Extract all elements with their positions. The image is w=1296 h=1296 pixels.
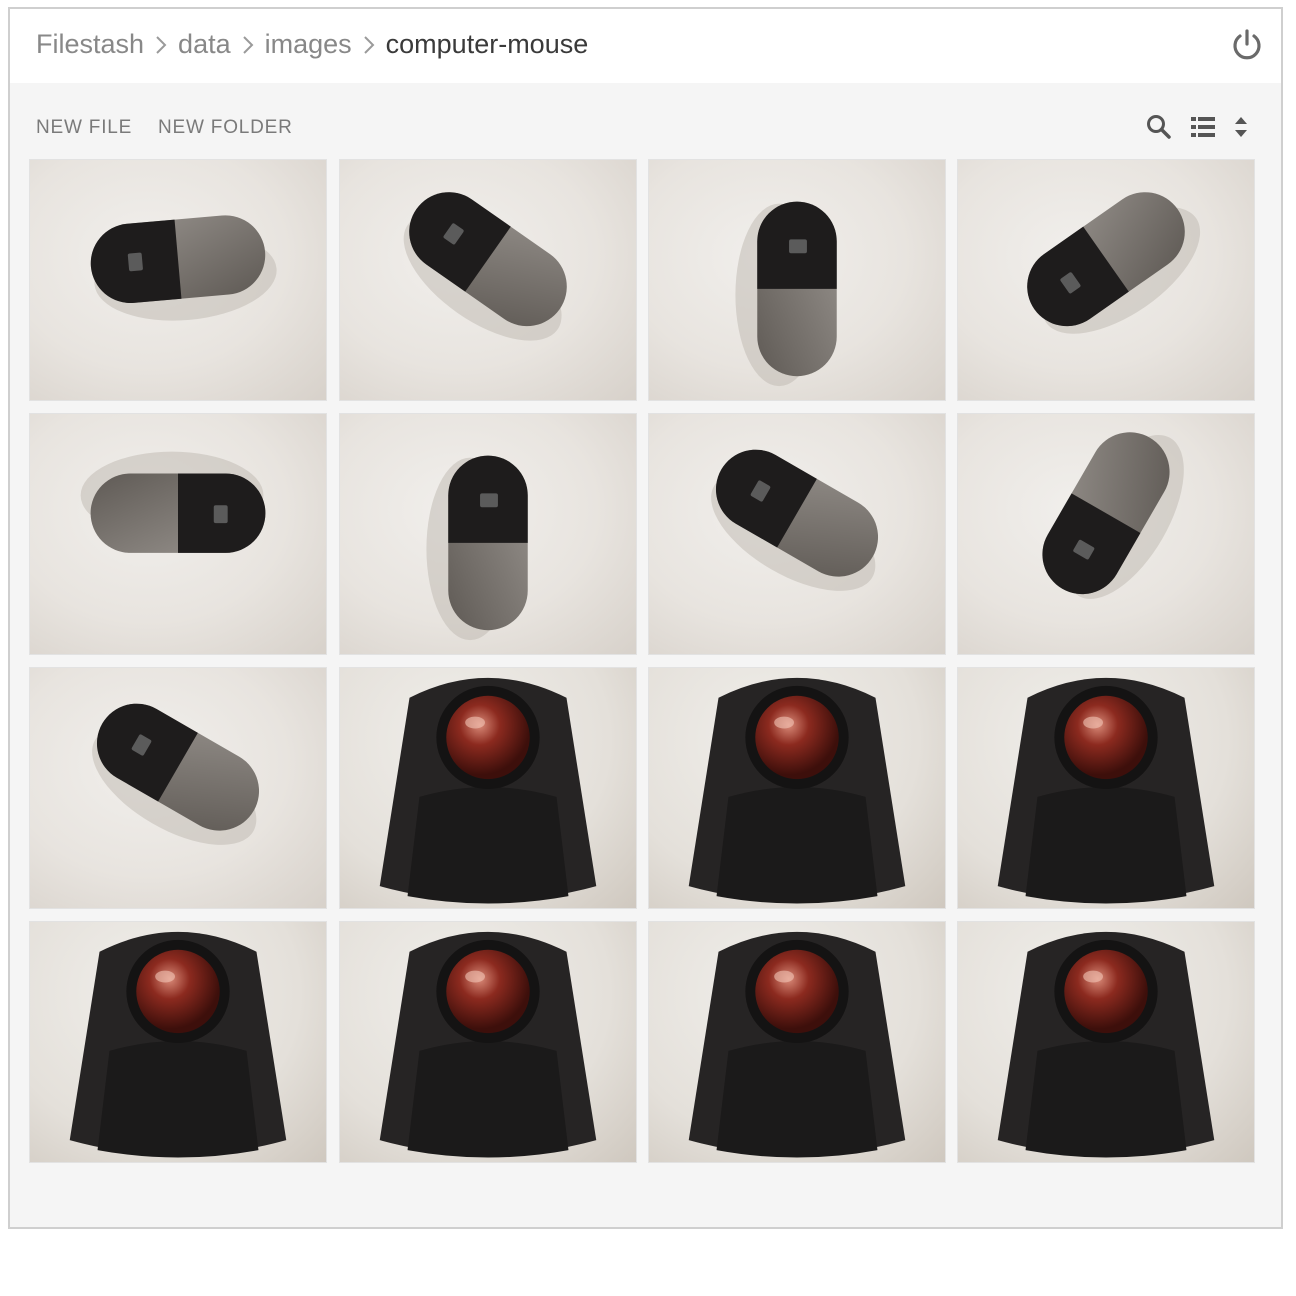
thumbnail-image xyxy=(997,931,1215,1158)
file-browser-window: Filestash data images computer-mouse NEW… xyxy=(8,7,1283,1229)
new-folder-button[interactable]: NEW FOLDER xyxy=(158,117,293,139)
chevron-right-icon xyxy=(156,35,167,54)
thumbnail-9[interactable] xyxy=(29,667,327,909)
thumbnail-image xyxy=(69,931,287,1158)
thumbnail-10[interactable] xyxy=(339,667,637,909)
thumbnail-7[interactable] xyxy=(648,413,946,655)
thumbnail-image xyxy=(688,931,906,1158)
thumbnail-image xyxy=(1042,432,1184,599)
sort-icon[interactable] xyxy=(1227,113,1255,141)
thumbnail-image xyxy=(90,215,277,321)
thumbnail-11[interactable] xyxy=(648,667,946,909)
thumbnail-16[interactable] xyxy=(957,921,1255,1163)
thumbnail-image xyxy=(92,703,260,845)
thumbnail-3[interactable] xyxy=(648,159,946,401)
thumbnail-1[interactable] xyxy=(29,159,327,401)
thumbnail-4[interactable] xyxy=(957,159,1255,401)
thumbnail-5[interactable] xyxy=(29,413,327,655)
power-icon[interactable] xyxy=(1229,27,1265,63)
thumbnail-image xyxy=(735,201,837,387)
thumbnail-2[interactable] xyxy=(339,159,637,401)
thumbnail-6[interactable] xyxy=(339,413,637,655)
breadcrumb-item-current: computer-mouse xyxy=(385,29,589,59)
new-file-button[interactable]: NEW FILE xyxy=(36,117,132,139)
list-view-icon[interactable] xyxy=(1189,113,1217,141)
thumbnail-8[interactable] xyxy=(957,413,1255,655)
thumbnail-image xyxy=(379,677,597,904)
thumbnail-14[interactable] xyxy=(339,921,637,1163)
breadcrumb-item-root[interactable]: Filestash xyxy=(36,29,144,60)
thumbnail-image xyxy=(997,677,1215,904)
thumbnail-15[interactable] xyxy=(648,921,946,1163)
toolbar: NEW FILE NEW FOLDER xyxy=(36,115,1255,151)
thumbnail-12[interactable] xyxy=(957,667,1255,909)
thumbnail-image xyxy=(426,455,528,641)
chevron-right-icon xyxy=(363,35,375,54)
thumbnail-image xyxy=(403,192,567,341)
thumbnail-13[interactable] xyxy=(29,921,327,1163)
thumbnail-image xyxy=(1027,192,1201,334)
breadcrumb-item-data[interactable]: data xyxy=(178,29,231,60)
search-icon[interactable] xyxy=(1145,113,1173,141)
top-bar: Filestash data images computer-mouse xyxy=(10,9,1281,83)
thumbnail-image xyxy=(688,677,906,904)
thumbnail-image xyxy=(80,451,266,553)
breadcrumb-item-images[interactable]: images xyxy=(265,29,352,60)
thumbnail-image xyxy=(379,931,597,1158)
thumbnail-image xyxy=(711,449,879,591)
breadcrumb: Filestash data images computer-mouse xyxy=(36,29,588,60)
chevron-right-icon xyxy=(242,35,254,54)
